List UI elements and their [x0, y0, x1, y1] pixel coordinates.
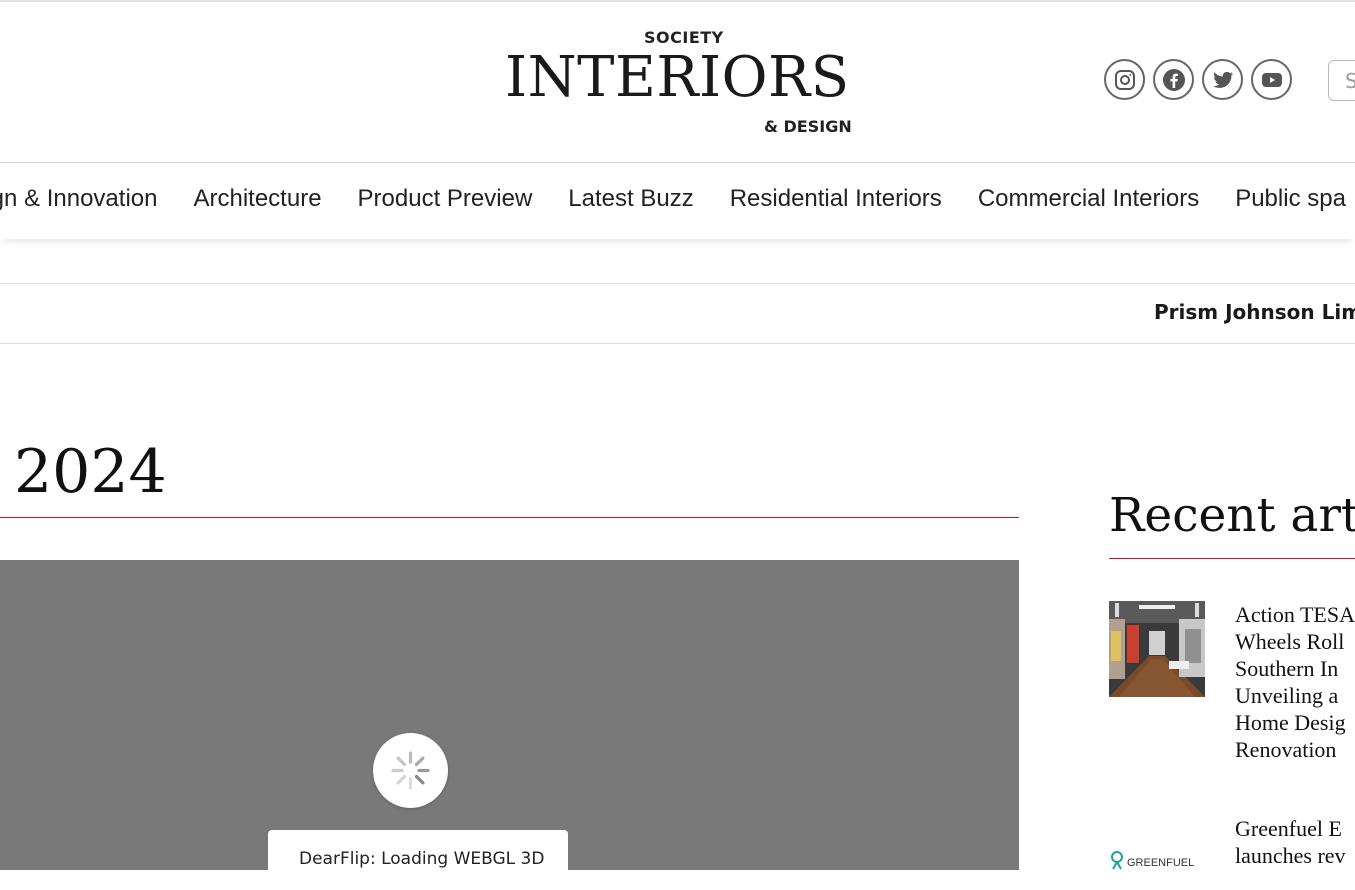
- nav-item-commercial-interiors[interactable]: Commercial Interiors: [978, 185, 1199, 213]
- flipbook-viewer[interactable]: DearFlip: Loading WEBGL 3D: [0, 560, 1019, 890]
- recent-article[interactable]: GREENFUEL Greenfuel E launches rev: [1109, 815, 1355, 870]
- nav-item-latest-buzz[interactable]: Latest Buzz: [568, 185, 693, 213]
- twitter-link[interactable]: [1202, 59, 1243, 100]
- instagram-link[interactable]: [1104, 59, 1145, 100]
- article-title-line: Action TESA: [1235, 602, 1355, 627]
- article-title-line: Unveiling a: [1235, 683, 1339, 708]
- page-title: 2024: [14, 437, 167, 507]
- facebook-link[interactable]: [1153, 59, 1194, 100]
- article-title-line: launches rev: [1235, 843, 1346, 868]
- news-ticker: Prism Johnson Limit: [0, 283, 1355, 344]
- ticker-headline[interactable]: Prism Johnson Limit: [1154, 300, 1355, 324]
- nav-item-public-spaces[interactable]: Public spa: [1235, 185, 1346, 213]
- twitter-icon: [1212, 71, 1233, 88]
- article-title-line: Wheels Roll: [1235, 629, 1345, 654]
- nav-item-product-preview[interactable]: Product Preview: [358, 185, 533, 213]
- youtube-link[interactable]: [1251, 59, 1292, 100]
- sidebar-divider: [1109, 558, 1355, 559]
- logo-design-text: & DESIGN: [764, 117, 852, 136]
- greenfuel-thumb-text: GREENFUEL: [1127, 857, 1194, 869]
- article-title-line: Home Desig: [1235, 710, 1346, 735]
- loading-message: DearFlip: Loading WEBGL 3D: [268, 830, 568, 890]
- social-links: [1104, 59, 1292, 100]
- recent-article[interactable]: Action TESA Wheels Roll Southern In Unve…: [1109, 601, 1355, 771]
- site-logo[interactable]: SOCIETY INTERIORS & DESIGN: [490, 24, 870, 144]
- facebook-icon: [1162, 68, 1185, 91]
- loading-spinner-icon: [373, 733, 448, 808]
- youtube-icon: [1261, 72, 1282, 87]
- main-nav: esign & Innovation Architecture Product …: [0, 162, 1355, 239]
- article-thumbnail[interactable]: [1109, 601, 1205, 697]
- nav-item-architecture[interactable]: Architecture: [193, 185, 321, 213]
- article-title-line: Renovation: [1235, 737, 1337, 762]
- nav-item-design-innovation[interactable]: esign & Innovation: [0, 185, 157, 213]
- search-input[interactable]: S: [1328, 60, 1355, 101]
- article-title[interactable]: Action TESA Wheels Roll Southern In Unve…: [1235, 601, 1355, 763]
- article-title-line: Greenfuel E: [1235, 816, 1342, 841]
- title-divider: [0, 517, 1019, 518]
- article-title[interactable]: Greenfuel E launches rev: [1235, 815, 1355, 869]
- instagram-icon: [1114, 69, 1135, 90]
- article-title-line: Southern In: [1235, 656, 1339, 681]
- sidebar-title: Recent artic: [1109, 488, 1355, 543]
- nav-item-residential-interiors[interactable]: Residential Interiors: [730, 185, 942, 213]
- top-rule: [0, 0, 1355, 2]
- logo-interiors-text: INTERIORS: [505, 45, 850, 110]
- article-thumbnail[interactable]: GREENFUEL: [1109, 815, 1205, 870]
